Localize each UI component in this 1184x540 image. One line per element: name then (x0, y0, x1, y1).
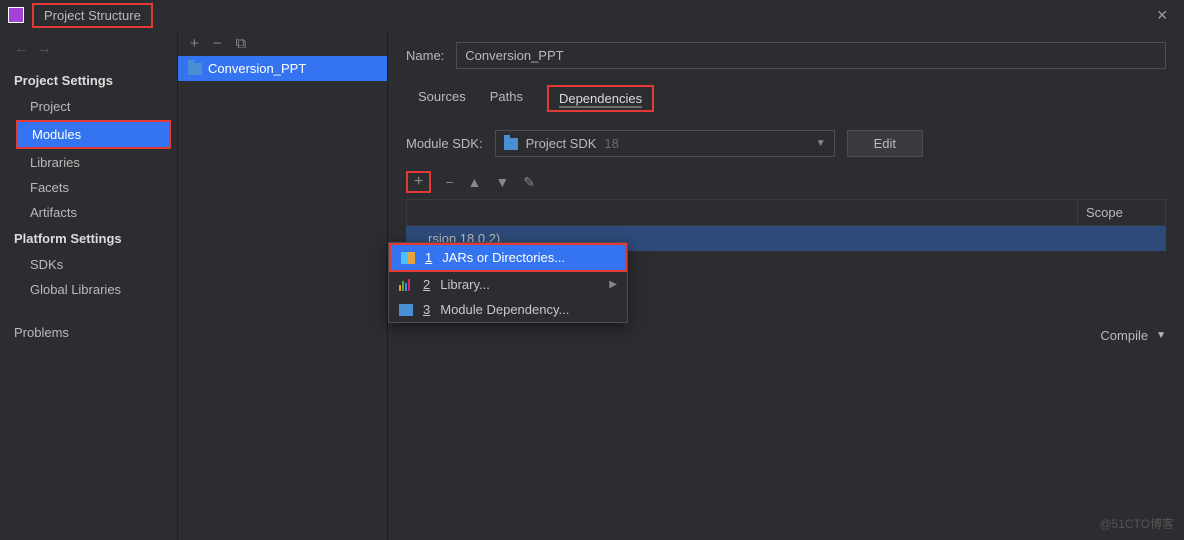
content-panel: Name: Sources Paths Dependencies Module … (388, 30, 1184, 540)
sdk-value: Project SDK (526, 136, 597, 151)
popup-item-module-dep[interactable]: 3 Module Dependency... (389, 297, 627, 322)
nav-back-icon[interactable]: ← (14, 40, 29, 57)
library-icon (399, 279, 413, 291)
compile-scope[interactable]: Compile ▼ (1100, 328, 1166, 343)
sidebar: ← → Project Settings Project Modules Lib… (0, 30, 178, 540)
module-name-input[interactable] (456, 42, 1166, 69)
section-header-platform: Platform Settings (0, 225, 177, 252)
module-copy-icon[interactable]: ⧉ (236, 35, 247, 52)
jar-icon (401, 252, 415, 264)
sdk-select[interactable]: Project SDK 18 ▼ (495, 130, 835, 157)
add-dependency-button[interactable]: + (406, 171, 431, 193)
module-icon (399, 304, 413, 316)
popup-label-module-dep: Module Dependency... (440, 302, 569, 317)
tab-dependencies[interactable]: Dependencies (559, 91, 642, 108)
tab-dependencies-highlight: Dependencies (547, 85, 654, 112)
sidebar-item-artifacts[interactable]: Artifacts (0, 200, 177, 225)
module-name: Conversion_PPT (208, 61, 306, 76)
window-title: Project Structure (44, 8, 141, 23)
window-title-highlight: Project Structure (32, 3, 153, 28)
folder-icon (504, 138, 518, 150)
dep-scope (1078, 226, 1166, 251)
edit-dependency-icon[interactable]: ✎ (523, 174, 535, 191)
popup-label-library: Library... (440, 277, 490, 292)
module-remove-icon[interactable]: − (213, 35, 222, 52)
popup-num-2: 2 (423, 277, 430, 292)
close-button[interactable]: ✕ (1148, 3, 1176, 28)
popup-item-jars[interactable]: 1 JARs or Directories... (391, 245, 625, 270)
folder-icon (188, 63, 202, 75)
module-column: + − ⧉ Conversion_PPT (178, 30, 388, 540)
tab-sources[interactable]: Sources (418, 85, 466, 112)
module-item[interactable]: Conversion_PPT (178, 56, 387, 81)
compile-label: Compile (1100, 328, 1148, 343)
deps-header-name (407, 200, 1077, 225)
module-add-icon[interactable]: + (190, 35, 199, 52)
popup-item-library[interactable]: 2 Library... ▶ (389, 272, 627, 297)
move-up-icon[interactable]: ▲ (468, 174, 482, 190)
sidebar-item-sdks[interactable]: SDKs (0, 252, 177, 277)
remove-dependency-icon[interactable]: − (445, 174, 453, 190)
sidebar-item-global-libraries[interactable]: Global Libraries (0, 277, 177, 302)
popup-num-1: 1 (425, 250, 432, 265)
sidebar-item-facets[interactable]: Facets (0, 175, 177, 200)
popup-label-jars: JARs or Directories... (442, 250, 565, 265)
chevron-down-icon: ▼ (1156, 330, 1166, 341)
chevron-right-icon: ▶ (609, 279, 617, 290)
sidebar-item-modules[interactable]: Modules (18, 122, 169, 147)
edit-button[interactable]: Edit (847, 130, 923, 157)
section-header-project: Project Settings (0, 67, 177, 94)
name-label: Name: (406, 48, 444, 63)
sdk-label: Module SDK: (406, 136, 483, 151)
sidebar-item-modules-highlight: Modules (16, 120, 171, 149)
sdk-version: 18 (604, 136, 618, 151)
tab-paths[interactable]: Paths (490, 85, 523, 112)
sidebar-item-libraries[interactable]: Libraries (0, 150, 177, 175)
chevron-down-icon: ▼ (816, 138, 826, 149)
watermark: @51CTO博客 (1099, 515, 1174, 532)
deps-header-scope: Scope (1077, 200, 1165, 225)
app-icon (8, 7, 24, 23)
nav-forward-icon[interactable]: → (37, 40, 52, 57)
add-dependency-popup: 1 JARs or Directories... 2 Library... ▶ … (388, 242, 628, 323)
sidebar-item-project[interactable]: Project (0, 94, 177, 119)
move-down-icon[interactable]: ▼ (495, 174, 509, 190)
popup-num-3: 3 (423, 302, 430, 317)
sidebar-item-problems[interactable]: Problems (0, 320, 177, 345)
